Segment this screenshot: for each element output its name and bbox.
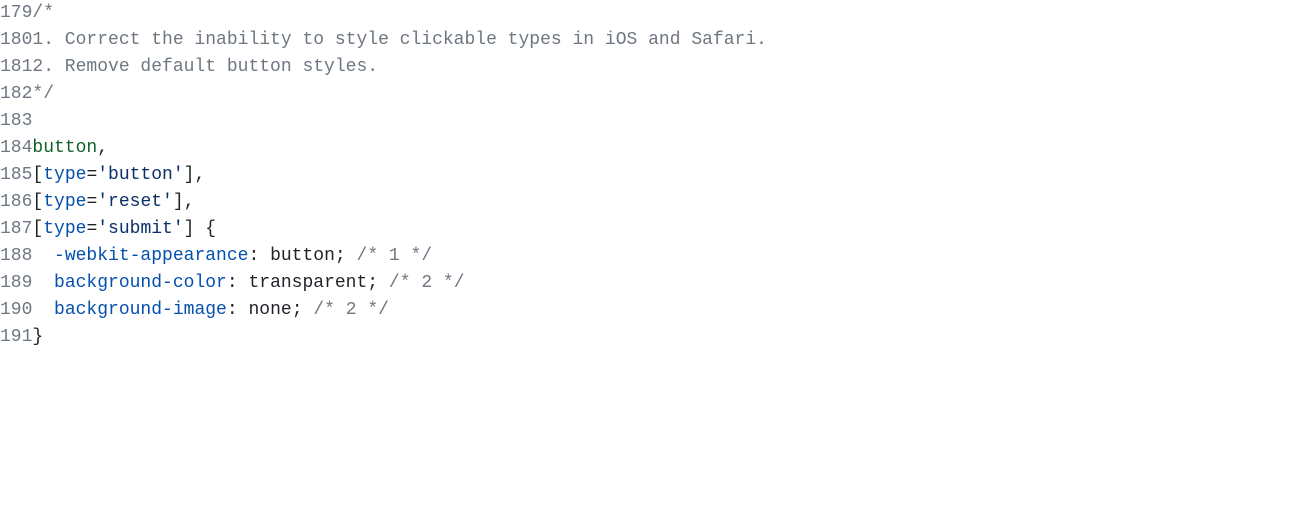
code-content[interactable]: [type='submit'] { (32, 216, 1308, 243)
space (238, 300, 249, 320)
line-number[interactable]: 183 (0, 108, 32, 135)
colon: : (227, 273, 238, 293)
code-content[interactable]: } (32, 324, 1308, 351)
semicolon: ; (335, 246, 346, 266)
line-number[interactable]: 184 (0, 135, 32, 162)
code-line: 188 -webkit-appearance: button; /* 1 */ (0, 243, 1308, 270)
semicolon: ; (292, 300, 303, 320)
property: -webkit-appearance (54, 246, 248, 266)
code-content[interactable]: -webkit-appearance: button; /* 1 */ (32, 243, 1308, 270)
open-brace: { (205, 219, 216, 239)
line-number[interactable]: 181 (0, 54, 32, 81)
equals: = (86, 219, 97, 239)
code-content[interactable]: background-image: none; /* 2 */ (32, 297, 1308, 324)
semicolon: ; (367, 273, 378, 293)
space (346, 246, 357, 266)
close-bracket: ] (184, 165, 195, 185)
code-line: 181 2. Remove default button styles. (0, 54, 1308, 81)
line-number[interactable]: 187 (0, 216, 32, 243)
open-bracket: [ (32, 219, 43, 239)
comment-text: 1. Correct the inability to style clicka… (32, 30, 767, 50)
space (259, 246, 270, 266)
space (303, 300, 314, 320)
code-block: 179 /* 180 1. Correct the inability to s… (0, 0, 1308, 351)
code-line: 185 [type='button'], (0, 162, 1308, 189)
comment-open: /* (32, 3, 54, 23)
code-content[interactable]: */ (32, 81, 1308, 108)
space (238, 273, 249, 293)
indent (32, 243, 54, 270)
attr-name: type (43, 192, 86, 212)
comment-close: */ (32, 84, 54, 104)
inline-comment: /* 2 */ (313, 300, 389, 320)
comma: , (184, 192, 195, 212)
line-number[interactable]: 180 (0, 27, 32, 54)
code-content[interactable]: button, (32, 135, 1308, 162)
line-number[interactable]: 186 (0, 189, 32, 216)
line-number[interactable]: 185 (0, 162, 32, 189)
code-line: 179 /* (0, 0, 1308, 27)
code-line: 180 1. Correct the inability to style cl… (0, 27, 1308, 54)
code-content[interactable]: background-color: transparent; /* 2 */ (32, 270, 1308, 297)
code-content[interactable]: /* (32, 0, 1308, 27)
code-content[interactable]: [type='button'], (32, 162, 1308, 189)
property: background-color (54, 273, 227, 293)
code-line: 183 (0, 108, 1308, 135)
code-line: 189 background-color: transparent; /* 2 … (0, 270, 1308, 297)
open-bracket: [ (32, 192, 43, 212)
string: 'submit' (97, 219, 183, 239)
colon: : (227, 300, 238, 320)
close-bracket: ] (173, 192, 184, 212)
equals: = (86, 192, 97, 212)
line-number[interactable]: 189 (0, 270, 32, 297)
space (194, 219, 205, 239)
close-brace: } (32, 327, 43, 347)
close-bracket: ] (184, 219, 195, 239)
code-content[interactable] (32, 108, 1308, 135)
inline-comment: /* 1 */ (357, 246, 433, 266)
value: button (270, 246, 335, 266)
value: transparent (248, 273, 367, 293)
string: 'button' (97, 165, 183, 185)
code-line: 190 background-image: none; /* 2 */ (0, 297, 1308, 324)
code-line: 182 */ (0, 81, 1308, 108)
code-line: 184 button, (0, 135, 1308, 162)
blank-line (32, 111, 43, 131)
property: background-image (54, 300, 227, 320)
comment-text: 2. Remove default button styles. (32, 57, 378, 77)
code-line: 187 [type='submit'] { (0, 216, 1308, 243)
inline-comment: /* 2 */ (389, 273, 465, 293)
equals: = (86, 165, 97, 185)
colon: : (248, 246, 259, 266)
line-number[interactable]: 190 (0, 297, 32, 324)
code-content[interactable]: [type='reset'], (32, 189, 1308, 216)
value: none (248, 300, 291, 320)
code-line: 186 [type='reset'], (0, 189, 1308, 216)
indent (32, 270, 54, 297)
comma: , (97, 138, 108, 158)
indent (32, 297, 54, 324)
attr-name: type (43, 165, 86, 185)
line-number[interactable]: 188 (0, 243, 32, 270)
space (378, 273, 389, 293)
code-content[interactable]: 1. Correct the inability to style clicka… (32, 27, 1308, 54)
code-line: 191 } (0, 324, 1308, 351)
line-number[interactable]: 179 (0, 0, 32, 27)
string: 'reset' (97, 192, 173, 212)
open-bracket: [ (32, 165, 43, 185)
attr-name: type (43, 219, 86, 239)
line-number[interactable]: 191 (0, 324, 32, 351)
selector-tag: button (32, 138, 97, 158)
comma: , (194, 165, 205, 185)
line-number[interactable]: 182 (0, 81, 32, 108)
code-content[interactable]: 2. Remove default button styles. (32, 54, 1308, 81)
